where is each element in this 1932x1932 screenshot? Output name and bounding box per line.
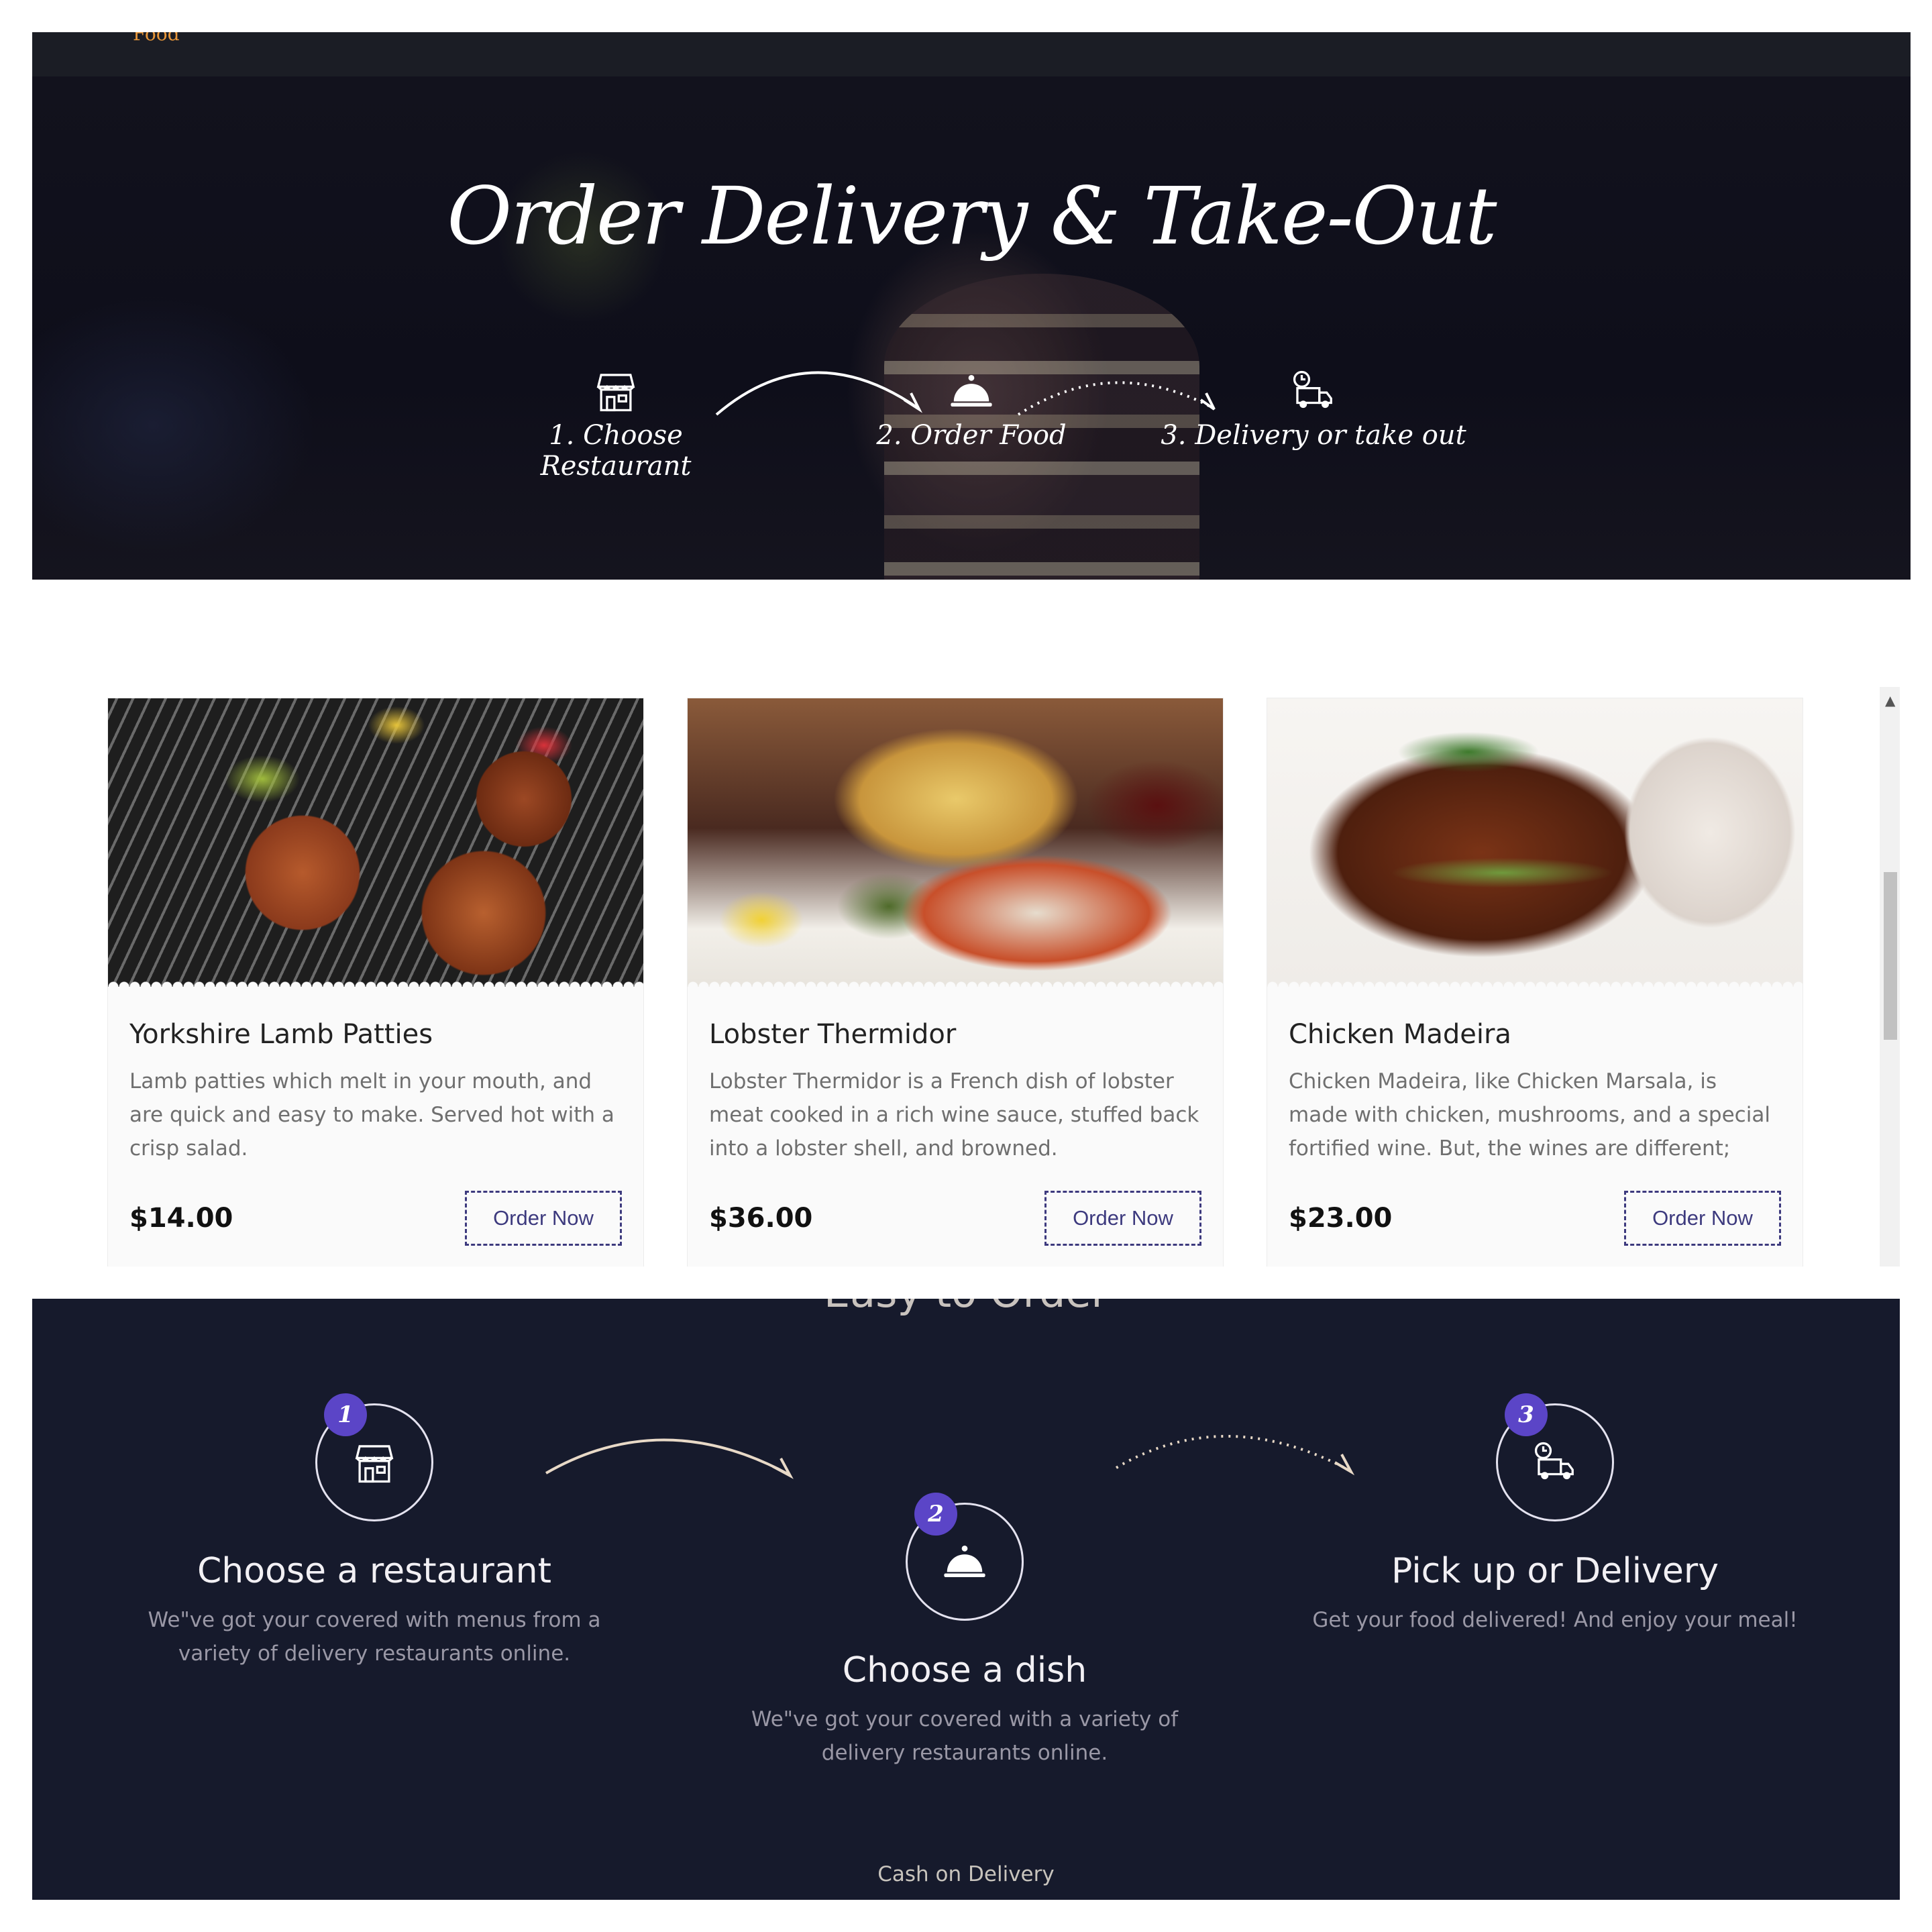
delivery-truck-icon [1293, 370, 1332, 409]
section-title: Easy to Order [32, 1299, 1900, 1317]
dish-description: Lobster Thermidor is a French dish of lo… [709, 1069, 1199, 1161]
step-description: We"ve got your covered with a variety of… [751, 1707, 1179, 1765]
step-number-badge: 1 [324, 1393, 367, 1436]
hero-step-label: 2. Order Food [876, 420, 1067, 451]
step-description: Get your food delivered! And enjoy your … [1312, 1608, 1798, 1632]
hero-step-label: 3. Delivery or take out [1161, 420, 1466, 451]
step-description: We"ve got your covered with menus from a… [148, 1608, 601, 1666]
dish-photo-chicken-madeira [1267, 698, 1803, 987]
dish-name: Yorkshire Lamb Patties [129, 1019, 433, 1050]
delivery-truck-icon [1534, 1442, 1574, 1480]
step-icon-circle: 1 [315, 1393, 433, 1521]
hero-step-label: 1. Choose Restaurant [540, 420, 692, 482]
dish-card: Lobster Thermidor Lobster Thermidor is a… [687, 698, 1224, 1267]
step-icon-circle: 2 [906, 1493, 1024, 1621]
hero-title: Order Delivery & Take-Out [447, 170, 1497, 262]
hero-arrow-solid [715, 371, 923, 416]
dish-photo-lamb-patties [108, 698, 643, 987]
step-title: Pick up or Delivery [1391, 1551, 1719, 1591]
order-now-button[interactable]: Order Now [465, 1191, 622, 1246]
dish-card: Chicken Madeira Chicken Madeira, like Ch… [1267, 698, 1803, 1267]
dish-card: Yorkshire Lamb Patties Lamb patties whic… [107, 698, 644, 1267]
dish-price: $36.00 [709, 1203, 813, 1234]
easy-step-choose-dish: 2 Choose a dish We"ve got your covered w… [723, 1493, 1206, 1770]
easy-arrow-dotted [1115, 1435, 1355, 1476]
site-logo[interactable]: Food [133, 32, 180, 45]
page-scrollbar[interactable]: ▲ [1880, 687, 1900, 1267]
cloche-icon [951, 374, 992, 407]
hero-section: Food Order Delivery & Take-Out 1. Choose… [32, 32, 1911, 580]
order-now-button[interactable]: Order Now [1044, 1191, 1201, 1246]
step-title: Choose a dish [842, 1650, 1087, 1690]
cash-on-delivery-text: Cash on Delivery [877, 1862, 1055, 1886]
easy-step-pickup-delivery: 3 Pick up or Delivery Get your food deli… [1307, 1393, 1803, 1637]
top-navbar: Food [32, 32, 1911, 76]
step-number-badge: 3 [1505, 1393, 1548, 1436]
hero-steps: 1. Choose Restaurant 2. Order Food 3. De… [32, 368, 1911, 502]
cloche-icon [944, 1545, 985, 1577]
step-title: Choose a restaurant [197, 1551, 552, 1591]
easy-arrow-solid [545, 1438, 794, 1479]
step-icon-circle: 3 [1496, 1393, 1614, 1521]
dish-price: $23.00 [1289, 1203, 1393, 1234]
dish-photo-lobster-thermidor [688, 698, 1223, 987]
order-now-button[interactable]: Order Now [1624, 1191, 1781, 1246]
dish-description: Chicken Madeira, like Chicken Marsala, i… [1289, 1069, 1770, 1161]
store-icon [596, 374, 635, 412]
hero-arrow-dotted [1017, 381, 1216, 416]
dish-cards-section: Yorkshire Lamb Patties Lamb patties whic… [32, 687, 1900, 1267]
dish-name: Chicken Madeira [1289, 1019, 1511, 1050]
easy-to-order-section: Easy to Order 1 Choose a restaurant We"v… [32, 1299, 1900, 1900]
dish-name: Lobster Thermidor [709, 1019, 957, 1050]
dish-description: Lamb patties which melt in your mouth, a… [129, 1069, 614, 1161]
dish-price: $14.00 [129, 1203, 233, 1234]
step-number-badge: 2 [914, 1493, 957, 1536]
store-icon [355, 1445, 394, 1483]
scroll-up-arrow-icon[interactable]: ▲ [1885, 692, 1895, 708]
scrollbar-thumb[interactable] [1884, 872, 1897, 1040]
